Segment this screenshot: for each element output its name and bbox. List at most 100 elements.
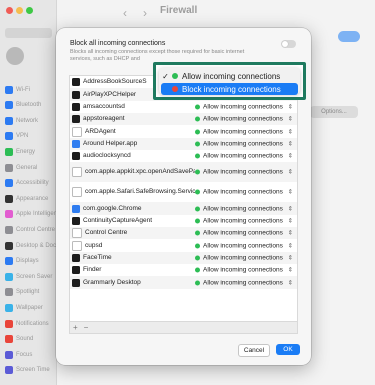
table-row[interactable]: ContinuityCaptureAgent Allow incoming con… (70, 215, 297, 227)
sidebar-item-icon (5, 85, 13, 94)
table-row[interactable]: com.apple.Safari.SafeBrowsing.Service.ap… (70, 182, 297, 202)
connection-status-popup[interactable]: Allow incoming connections ⇕ (195, 116, 293, 123)
sidebar-item[interactable]: General (5, 162, 37, 173)
sidebar-item[interactable]: Wi-Fi (5, 84, 30, 95)
connection-status-popup[interactable]: Allow incoming connections ⇕ (195, 217, 293, 224)
connection-status-label: Allow incoming connections (203, 103, 283, 111)
sidebar-item-label: General (16, 164, 38, 171)
page-title: Firewall (160, 5, 198, 16)
status-dot-icon (195, 267, 200, 273)
cancel-button[interactable]: Cancel (238, 344, 270, 357)
firewall-toggle[interactable] (338, 31, 360, 42)
connection-status-popup[interactable]: Allow incoming connections ⇕ (195, 169, 293, 176)
sidebar-item[interactable]: Control Centre (5, 224, 55, 235)
stepper-arrows-icon: ⇕ (287, 116, 293, 123)
menu-item-allow[interactable]: ✓ Allow incoming connections (161, 70, 298, 82)
avatar[interactable] (6, 47, 24, 65)
status-dot-icon (172, 73, 178, 79)
list-footer: + − (69, 321, 298, 334)
sidebar-item-icon (5, 163, 13, 172)
sidebar-item-label: Displays (16, 258, 39, 265)
menu-item-block[interactable]: Block incoming connections (161, 83, 298, 95)
connection-status-popup[interactable]: Allow incoming connections ⇕ (195, 230, 293, 237)
app-icon (72, 228, 82, 239)
table-row[interactable]: Finder Allow incoming connections ⇕ (70, 264, 297, 276)
sidebar-search-field[interactable] (5, 28, 52, 38)
settings-sidebar: Wi-Fi Bluetooth Network VPN Energy General Acc… (0, 0, 63, 385)
table-row[interactable]: FaceTime Allow incoming connections ⇕ (70, 251, 297, 265)
zoom-window-icon[interactable] (26, 7, 33, 14)
minimize-window-icon[interactable] (16, 7, 23, 14)
connection-status-popup[interactable]: Allow incoming connections ⇕ (195, 205, 293, 212)
menu-item-label: Allow incoming connections (182, 71, 281, 81)
app-icon (72, 216, 80, 225)
app-icon (72, 78, 80, 87)
connection-status-popup[interactable]: Allow incoming connections ⇕ (195, 103, 293, 110)
table-row[interactable]: cupsd Allow incoming connections ⇕ (70, 239, 297, 251)
table-row[interactable]: audioclocksyncd Allow incoming connection… (70, 150, 297, 162)
sidebar-item[interactable]: Network (5, 115, 38, 126)
add-app-button[interactable]: + (70, 323, 78, 332)
table-row[interactable]: com.google.Chrome Allow incoming connecti… (70, 202, 297, 215)
table-row[interactable]: Control Centre Allow incoming connections… (70, 227, 297, 240)
block-all-description: Blocks all incoming connections except t… (70, 49, 245, 62)
sidebar-item-label: Energy (16, 148, 36, 155)
status-dot-icon (195, 153, 200, 159)
table-row[interactable]: Around Helper.app Allow incoming connecti… (70, 137, 297, 151)
table-row[interactable]: amsaccountsd Allow incoming connections ⇕ (70, 101, 297, 113)
sidebar-item-label: Spotlight (16, 289, 40, 296)
sidebar-item-label: Focus (16, 351, 33, 358)
app-name: audioclocksyncd (83, 152, 131, 160)
connection-status-label: Allow incoming connections (203, 217, 283, 225)
sidebar-item[interactable]: Focus (5, 349, 32, 360)
sidebar-item-icon (5, 319, 13, 328)
settings-toolbar: ‹ › (57, 0, 375, 26)
block-all-toggle[interactable] (281, 40, 296, 48)
remove-app-button[interactable]: − (84, 323, 89, 332)
sidebar-item[interactable]: Bluetooth (5, 100, 41, 111)
app-name: Control Centre (85, 229, 128, 237)
sidebar-item[interactable]: Sound (5, 334, 33, 345)
sidebar-item[interactable]: Energy (5, 146, 35, 157)
connection-status-popup[interactable]: Allow incoming connections ⇕ (195, 242, 293, 249)
sidebar-item[interactable]: Desktop & Dock (5, 240, 59, 251)
table-row[interactable]: com.apple.appkit.xpc.openAndSavePanelSer… (70, 162, 297, 183)
sidebar-item-label: Control Centre (16, 226, 56, 233)
table-row[interactable]: appstoreagent Allow incoming connections ⇕ (70, 113, 297, 126)
sidebar-item-icon (5, 241, 13, 250)
sidebar-item[interactable]: Notifications (5, 318, 49, 329)
connection-status-popup[interactable]: Allow incoming connections ⇕ (195, 153, 293, 160)
sidebar-item[interactable]: Screen Time (5, 365, 50, 376)
sidebar-item[interactable]: Appearance (5, 193, 48, 204)
sidebar-item[interactable]: Spotlight (5, 287, 39, 298)
back-chevron-icon[interactable]: ‹ (123, 6, 127, 20)
connection-status-popup[interactable]: Allow incoming connections ⇕ (195, 254, 293, 261)
sidebar-item-label: Appearance (16, 195, 49, 202)
forward-chevron-icon[interactable]: › (143, 6, 147, 20)
sidebar-item-label: Network (16, 117, 39, 124)
ok-button[interactable]: OK (276, 344, 300, 355)
app-icon (72, 126, 82, 137)
connection-status-popup[interactable]: Allow incoming connections ⇕ (195, 279, 293, 286)
status-dot-icon (195, 116, 200, 122)
firewall-options-button[interactable]: Options... (310, 106, 358, 118)
stepper-arrows-icon: ⇕ (287, 243, 293, 250)
connection-status-popup[interactable]: Allow incoming connections ⇕ (195, 128, 293, 135)
sidebar-item-label: Screen Time (16, 367, 50, 374)
sidebar-item-icon (5, 147, 13, 156)
app-name: com.google.Chrome (83, 204, 142, 212)
connection-status-popup[interactable]: Allow incoming connections ⇕ (195, 189, 293, 196)
close-window-icon[interactable] (6, 7, 13, 14)
stepper-arrows-icon: ⇕ (287, 230, 293, 237)
connection-status-popup[interactable]: Allow incoming connections ⇕ (195, 267, 293, 274)
connection-status-popup[interactable]: Allow incoming connections ⇕ (195, 140, 293, 147)
sidebar-item[interactable]: VPN (5, 131, 28, 142)
sidebar-item[interactable]: Screen Saver (5, 271, 52, 282)
sidebar-item[interactable]: Accessibility (5, 178, 49, 189)
sidebar-item[interactable]: Apple Intelligence (5, 209, 63, 220)
sidebar-item[interactable]: Displays (5, 256, 39, 267)
table-row[interactable]: Grammarly Desktop Allow incoming connecti… (70, 276, 297, 289)
app-icon (72, 187, 82, 198)
table-row[interactable]: ARDAgent Allow incoming connections ⇕ (70, 125, 297, 137)
sidebar-item[interactable]: Wallpaper (5, 302, 43, 313)
